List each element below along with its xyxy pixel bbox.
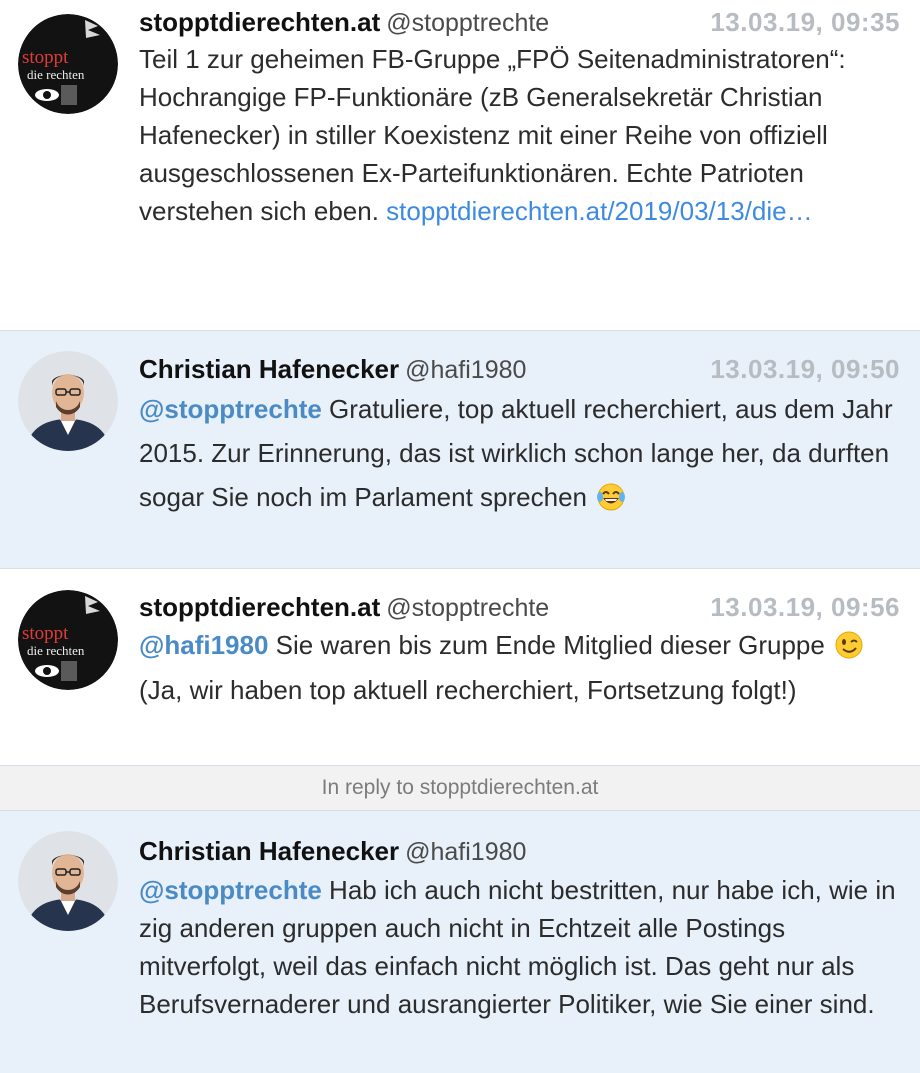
author-handle[interactable]: @hafi1980 xyxy=(405,838,526,866)
timestamp[interactable]: 13.03.19, 09:50 xyxy=(710,349,900,389)
mention-link[interactable]: @stopptrechte xyxy=(139,394,322,424)
author-name[interactable]: Christian Hafenecker xyxy=(139,354,399,384)
tweet-3[interactable]: stoppt die rechten stopptdierechten.at @s… xyxy=(0,569,920,766)
logo-text-die-rechten: die rechten xyxy=(27,643,85,658)
laughing-tears-emoji-icon xyxy=(596,482,626,512)
tweet-text: @hafi1980 Sie waren bis zum Ende Mitglie… xyxy=(139,623,900,713)
tweet-header: Christian Hafenecker @hafi1980 13.03.19, … xyxy=(139,349,900,389)
in-reply-to-bar[interactable]: In reply to stopptdierechten.at xyxy=(0,766,920,811)
tweet-text: @stopptrechte Gratuliere, top aktuell re… xyxy=(139,387,900,519)
winking-face-emoji-icon xyxy=(834,630,864,660)
mention-link[interactable]: @stopptrechte xyxy=(139,875,322,905)
person-photo-icon xyxy=(18,351,118,451)
avatar[interactable] xyxy=(18,351,118,451)
author-name[interactable]: stopptdierechten.at xyxy=(139,592,380,622)
tweet-header: Christian Hafenecker @hafi1980 xyxy=(139,831,900,871)
logo-text-die-rechten: die rechten xyxy=(27,67,85,82)
tweet-body: Sie waren bis zum Ende Mitglied dieser G… xyxy=(275,630,825,660)
tweet-header: stopptdierechten.at @stopptrechte 13.03.1… xyxy=(139,2,900,42)
person-photo-icon xyxy=(18,831,118,931)
tweet-header: stopptdierechten.at @stopptrechte 13.03.1… xyxy=(139,587,900,627)
avatar[interactable]: stoppt die rechten xyxy=(18,14,118,114)
tweet-text: Teil 1 zur geheimen FB-Gruppe „FPÖ Seite… xyxy=(139,40,900,230)
avatar[interactable]: stoppt die rechten xyxy=(18,590,118,690)
tweet-2[interactable]: Christian Hafenecker @hafi1980 13.03.19, … xyxy=(0,331,920,569)
logo-text-stoppt: stoppt xyxy=(22,47,69,68)
tweet-1[interactable]: stoppt die rechten stopptdierechten.at @s… xyxy=(0,0,920,331)
timeline: stoppt die rechten stopptdierechten.at @s… xyxy=(0,0,920,1073)
tweet-body-continued: (Ja, wir haben top aktuell recherchiert,… xyxy=(139,675,797,705)
article-link[interactable]: stopptdierechten.at/​2019/03/13/die… xyxy=(386,196,812,226)
author-handle[interactable]: @stopptrechte xyxy=(386,9,549,37)
tweet-text: @stopptrechte Hab ich auch nicht bestrit… xyxy=(139,871,900,1023)
timestamp[interactable]: 13.03.19, 09:56 xyxy=(710,587,900,627)
mention-link[interactable]: @hafi1980 xyxy=(139,630,268,660)
author-name[interactable]: Christian Hafenecker xyxy=(139,836,399,866)
author-handle[interactable]: @hafi1980 xyxy=(405,356,526,384)
timestamp[interactable]: 13.03.19, 09:35 xyxy=(710,2,900,42)
logo-text-stoppt: stoppt xyxy=(22,623,69,644)
stoppt-logo-icon: stoppt die rechten xyxy=(18,14,118,114)
stoppt-logo-icon: stoppt die rechten xyxy=(18,590,118,690)
tweet-4[interactable]: Christian Hafenecker @hafi1980 @stopptrec… xyxy=(0,811,920,1073)
avatar[interactable] xyxy=(18,831,118,931)
author-name[interactable]: stopptdierechten.at xyxy=(139,7,380,37)
author-handle[interactable]: @stopptrechte xyxy=(386,594,549,622)
